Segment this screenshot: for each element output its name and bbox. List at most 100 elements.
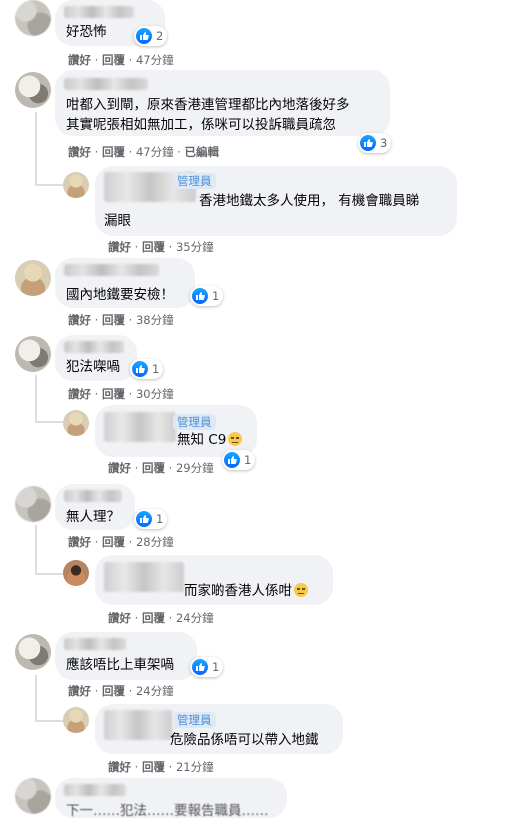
commenter-name[interactable] [64, 490, 122, 502]
comment-text: 犯法㗎喎 [66, 359, 120, 375]
commenter-name[interactable] [64, 264, 159, 276]
reply-action[interactable]: 回覆 [142, 611, 165, 625]
like-action[interactable]: 讚好 [108, 611, 131, 625]
avatar[interactable] [15, 486, 51, 522]
timestamp[interactable]: 38分鐘 [136, 313, 174, 327]
reply-action[interactable]: 回覆 [142, 461, 165, 475]
commenter-name[interactable] [64, 784, 126, 796]
like-action[interactable]: 讚好 [68, 684, 91, 698]
reply-action[interactable]: 回覆 [142, 760, 165, 774]
reply-action[interactable]: 回覆 [142, 240, 165, 254]
thread-line [35, 184, 63, 186]
timestamp[interactable]: 47分鐘 [136, 145, 174, 159]
like-action[interactable]: 讚好 [108, 461, 131, 475]
avatar[interactable] [63, 410, 89, 436]
comment-meta: 讚好 · 回覆 · 35分鐘 [108, 240, 214, 254]
commenter-name[interactable] [64, 78, 148, 90]
timestamp[interactable]: 47分鐘 [136, 53, 174, 67]
avatar[interactable] [63, 172, 89, 198]
comment-meta: 讚好 · 回覆 · 21分鐘 [108, 760, 214, 774]
timestamp[interactable]: 35分鐘 [176, 240, 214, 254]
avatar[interactable] [63, 707, 89, 733]
comment-meta: 讚好 · 回覆 · 47分鐘 [68, 53, 174, 67]
timestamp[interactable]: 24分鐘 [176, 611, 214, 625]
avatar[interactable] [15, 260, 51, 296]
commenter-name[interactable] [104, 562, 184, 592]
commenter-name[interactable] [64, 638, 126, 650]
grimacing-face-emoji-icon [294, 583, 308, 597]
comment-text: 國內地鐵要安檢！ [66, 287, 174, 303]
avatar[interactable] [15, 336, 51, 372]
comment-text: 下一……犯法……要報告職員…… [66, 803, 269, 819]
reply-action[interactable]: 回覆 [102, 53, 125, 67]
comment-text: 咁都入到閘，原來香港連管理都比內地落後好多 [66, 97, 350, 113]
reply-action[interactable]: 回覆 [102, 145, 125, 159]
like-action[interactable]: 讚好 [68, 535, 91, 549]
comment-text: 而家啲香港人係咁 [184, 581, 308, 601]
like-thumb-icon [360, 135, 376, 151]
timestamp[interactable]: 28分鐘 [136, 535, 174, 549]
like-action[interactable]: 讚好 [68, 53, 91, 67]
thread-line [35, 525, 37, 573]
reaction-count[interactable]: 1 [134, 509, 168, 529]
commenter-name[interactable] [104, 710, 172, 740]
admin-badge: 管理員 [173, 712, 216, 728]
like-count: 1 [212, 660, 220, 674]
thread-line [35, 112, 37, 184]
timestamp[interactable]: 29分鐘 [176, 461, 214, 475]
comment-text: 危險品係唔可以帶入地鐵 [170, 732, 319, 748]
like-action[interactable]: 讚好 [108, 240, 131, 254]
comment-text: 無人理？ [66, 509, 120, 525]
like-thumb-icon [136, 28, 152, 44]
like-action[interactable]: 讚好 [108, 760, 131, 774]
reply-action[interactable]: 回覆 [102, 313, 125, 327]
comment-text: 漏眼 [104, 213, 131, 229]
reply-action[interactable]: 回覆 [102, 535, 125, 549]
comment-text-content: 無知 C9 [177, 432, 227, 448]
reaction-count[interactable]: 1 [190, 286, 224, 306]
like-thumb-icon [192, 288, 208, 304]
reaction-count[interactable]: 1 [222, 450, 256, 470]
like-action[interactable]: 讚好 [68, 387, 91, 401]
comment-meta: 讚好 · 回覆 · 47分鐘 · 已編輯 [68, 145, 220, 159]
like-count: 2 [156, 29, 164, 43]
comment-text: 其實呢張相如無加工，係咪可以投訴職員疏忽 [66, 117, 336, 133]
like-action[interactable]: 讚好 [68, 313, 91, 327]
reaction-count[interactable]: 1 [190, 657, 224, 677]
like-thumb-icon [132, 361, 148, 377]
comment-meta: 讚好 · 回覆 · 28分鐘 [68, 535, 174, 549]
edited-label[interactable]: 已編輯 [185, 145, 220, 159]
commenter-name[interactable] [64, 6, 134, 18]
like-thumb-icon [136, 511, 152, 527]
timestamp[interactable]: 21分鐘 [176, 760, 214, 774]
like-count: 3 [380, 136, 388, 150]
commenter-name[interactable] [104, 412, 176, 442]
avatar[interactable] [15, 778, 51, 814]
like-count: 1 [156, 512, 164, 526]
avatar[interactable] [15, 0, 51, 36]
like-count: 1 [212, 289, 220, 303]
comment-text: 香港地鐵太多人使用， 有機會職員睇 [199, 193, 420, 209]
thread-line [35, 375, 37, 421]
reply-action[interactable]: 回覆 [102, 684, 125, 698]
comment-meta: 讚好 · 回覆 · 24分鐘 [68, 684, 174, 698]
avatar[interactable] [15, 72, 51, 108]
like-count: 1 [244, 453, 252, 467]
thread-line [35, 720, 63, 722]
reaction-count[interactable]: 1 [130, 359, 164, 379]
reaction-count[interactable]: 2 [134, 26, 168, 46]
timestamp[interactable]: 24分鐘 [136, 684, 174, 698]
thread-line [35, 573, 63, 575]
reaction-count[interactable]: 3 [358, 133, 392, 153]
avatar[interactable] [15, 634, 51, 670]
commenter-name[interactable] [64, 341, 124, 353]
avatar[interactable] [63, 560, 89, 586]
comment-text: 好恐怖 [66, 24, 107, 40]
admin-badge: 管理員 [173, 173, 216, 189]
thread-line [35, 421, 63, 423]
reply-action[interactable]: 回覆 [102, 387, 125, 401]
comment-meta: 讚好 · 回覆 · 24分鐘 [108, 611, 214, 625]
like-action[interactable]: 讚好 [68, 145, 91, 159]
timestamp[interactable]: 30分鐘 [136, 387, 174, 401]
comment-text-content: 而家啲香港人係咁 [184, 583, 292, 599]
